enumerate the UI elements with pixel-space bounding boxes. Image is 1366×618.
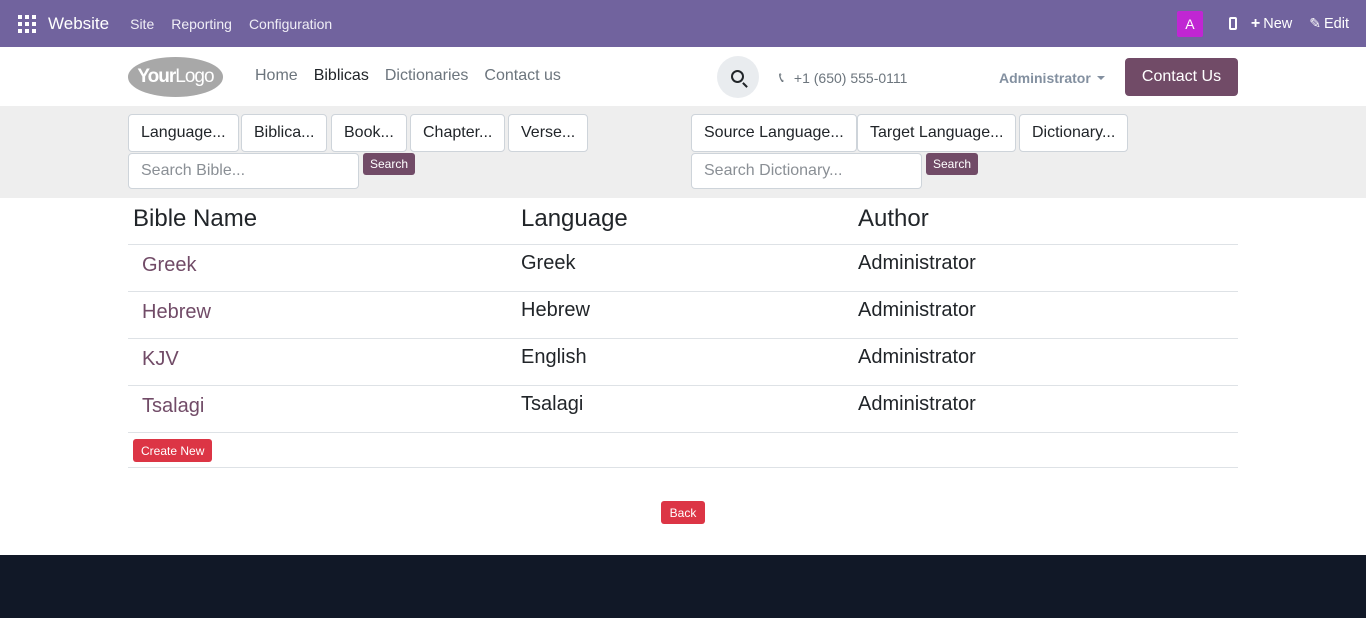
nav-dictionaries[interactable]: Dictionaries — [385, 67, 469, 85]
filter-chapter-button[interactable]: Chapter... — [410, 114, 506, 152]
column-language: Language — [516, 198, 853, 245]
nav-contact-us[interactable]: Contact us — [484, 67, 560, 85]
filter-dictionary-button[interactable]: Dictionary... — [1019, 114, 1129, 152]
bible-search-input[interactable] — [128, 153, 359, 189]
admin-bar: Website Site Reporting Configuration A +… — [0, 0, 1366, 47]
site-header: Your Logo Home Biblicas Dictionaries Cont… — [0, 47, 1366, 106]
site-logo[interactable]: Your Logo — [128, 57, 223, 97]
bible-link[interactable]: Greek — [142, 254, 196, 276]
phone-icon: 📞︎ — [779, 69, 784, 85]
author-cell: Administrator — [853, 385, 1238, 433]
filter-language-button[interactable]: Language... — [128, 114, 239, 152]
create-cell: Create New — [128, 432, 516, 468]
table-row: Tsalagi Tsalagi Administrator — [128, 385, 1238, 433]
mobile-preview-icon[interactable] — [1228, 17, 1237, 30]
column-author: Author — [853, 198, 1238, 245]
plus-icon: + — [1250, 14, 1261, 32]
user-menu[interactable]: Administrator — [999, 70, 1105, 86]
new-button[interactable]: + New — [1251, 15, 1292, 33]
menu-site[interactable]: Site — [130, 16, 154, 32]
bible-name-cell: Hebrew — [128, 291, 516, 339]
bible-search-button[interactable]: Search — [363, 153, 416, 175]
column-bible-name: Bible Name — [128, 198, 516, 245]
phone-link[interactable]: 📞︎ +1 (650) 555-0111 — [779, 69, 907, 86]
app-title[interactable]: Website — [48, 14, 109, 34]
user-name: Administrator — [999, 70, 1091, 86]
author-cell: Administrator — [853, 244, 1238, 292]
author-cell: Administrator — [853, 291, 1238, 339]
main-nav: Home Biblicas Dictionaries Contact us — [255, 67, 561, 85]
table-header-row: Bible Name Language Author — [128, 198, 1238, 245]
menu-reporting[interactable]: Reporting — [171, 16, 232, 32]
empty-cell — [853, 432, 1238, 468]
bible-name-cell: Greek — [128, 244, 516, 292]
filter-source-language-button[interactable]: Source Language... — [691, 114, 857, 152]
language-cell: Greek — [516, 244, 853, 292]
header-search-button[interactable] — [717, 56, 759, 98]
bible-link[interactable]: Hebrew — [142, 301, 211, 323]
create-new-button[interactable]: Create New — [133, 439, 213, 462]
nav-biblicas[interactable]: Biblicas — [314, 67, 369, 85]
nav-home[interactable]: Home — [255, 67, 298, 85]
filter-band: Language... Biblica... Book... Chapter..… — [0, 106, 1366, 198]
caret-down-icon — [1096, 76, 1105, 80]
filter-biblica-button[interactable]: Biblica... — [241, 114, 328, 152]
edit-button[interactable]: ✎ Edit — [1309, 15, 1349, 32]
bible-table: Bible Name Language Author Greek Greek A… — [128, 198, 1238, 468]
new-label: New — [1263, 15, 1293, 32]
menu-configuration[interactable]: Configuration — [249, 16, 332, 32]
table-row: KJV English Administrator — [128, 338, 1238, 386]
bible-link[interactable]: Tsalagi — [142, 395, 204, 417]
page-footer — [0, 555, 1366, 618]
search-icon — [730, 69, 744, 83]
phone-number: +1 (650) 555-0111 — [793, 69, 908, 86]
language-cell: Tsalagi — [516, 385, 853, 433]
logo-text-bold: Your — [137, 66, 176, 87]
dictionary-search-input[interactable] — [691, 153, 922, 189]
filter-target-language-button[interactable]: Target Language... — [857, 114, 1017, 152]
back-button[interactable]: Back — [661, 501, 705, 524]
bible-name-cell: KJV — [128, 338, 516, 386]
bible-link[interactable]: KJV — [142, 348, 179, 370]
bible-name-cell: Tsalagi — [128, 385, 516, 433]
apps-grid-icon[interactable] — [18, 14, 36, 33]
empty-cell — [516, 432, 853, 468]
logo-text: Logo — [175, 66, 214, 87]
table-row: Hebrew Hebrew Administrator — [128, 291, 1238, 339]
language-cell: Hebrew — [516, 291, 853, 339]
dictionary-search-button[interactable]: Search — [926, 153, 979, 175]
filter-verse-button[interactable]: Verse... — [508, 114, 589, 152]
filter-book-button[interactable]: Book... — [331, 114, 407, 152]
edit-label: Edit — [1324, 15, 1349, 32]
pencil-icon: ✎ — [1309, 15, 1321, 31]
contact-us-button[interactable]: Contact Us — [1125, 58, 1238, 96]
author-cell: Administrator — [853, 338, 1238, 386]
table-row: Greek Greek Administrator — [128, 244, 1238, 292]
avatar[interactable]: A — [1176, 10, 1203, 37]
language-cell: English — [516, 338, 853, 386]
create-row: Create New — [128, 432, 1238, 468]
